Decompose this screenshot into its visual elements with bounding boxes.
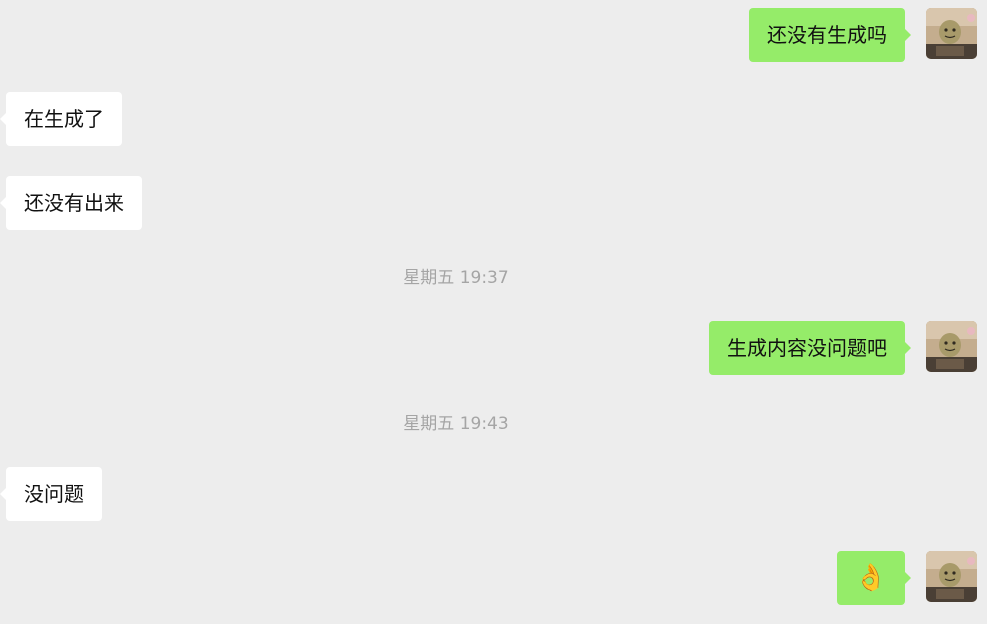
message-bubble-incoming[interactable]: 在生成了: [0, 92, 122, 146]
message-text: 还没有生成吗: [767, 23, 887, 47]
message-bubble-outgoing[interactable]: 生成内容没问题吧: [709, 321, 911, 375]
avatar[interactable]: [926, 8, 977, 59]
message-bubble-incoming[interactable]: 没问题: [0, 467, 102, 521]
message-bubble-outgoing[interactable]: 👌: [836, 551, 912, 605]
message-bubble-incoming[interactable]: 还没有出来: [0, 176, 142, 230]
message-text: 还没有出来: [24, 191, 124, 215]
avatar[interactable]: [926, 321, 977, 372]
chat-message-list[interactable]: 还没有生成吗 在生成了 还没有出来 星期五 19:37 生成内容没问题吧 星期五…: [0, 0, 987, 624]
timestamp: 星期五 19:37: [403, 268, 509, 288]
message-text: 没问题: [24, 482, 84, 506]
avatar-image-icon: [926, 321, 977, 372]
message-text: 在生成了: [24, 107, 104, 131]
avatar[interactable]: [926, 551, 977, 602]
message-bubble-outgoing[interactable]: 还没有生成吗: [749, 8, 911, 62]
ok-hand-emoji-icon: 👌: [854, 563, 887, 593]
message-text: 生成内容没问题吧: [727, 336, 887, 360]
avatar-image-icon: [926, 551, 977, 602]
timestamp: 星期五 19:43: [403, 414, 509, 434]
avatar-image-icon: [926, 8, 977, 59]
